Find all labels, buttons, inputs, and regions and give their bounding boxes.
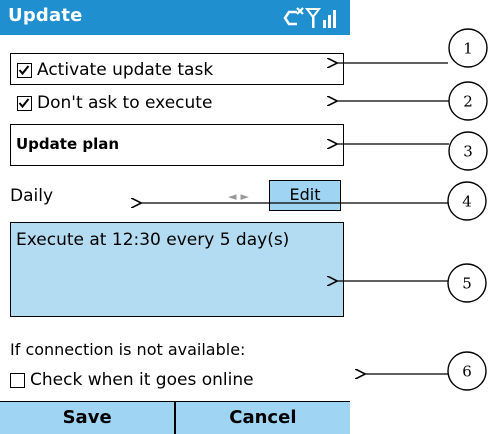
annotation-callouts: 1 2 3 4 5 6 — [0, 28, 488, 391]
callout-number-1: 1 — [463, 40, 473, 58]
callout-number-5: 5 — [462, 275, 472, 293]
callout-number-2: 2 — [463, 93, 473, 111]
callout-4: 4 — [140, 181, 487, 221]
callout-3: 3 — [336, 131, 488, 171]
callout-number-3: 3 — [463, 143, 473, 161]
callout-2: 2 — [336, 81, 488, 121]
callout-5: 5 — [336, 263, 487, 303]
callout-6: 6 — [364, 351, 487, 391]
callout-number-4: 4 — [462, 193, 472, 211]
callout-number-6: 6 — [462, 363, 472, 381]
callout-1: 1 — [336, 28, 488, 67]
